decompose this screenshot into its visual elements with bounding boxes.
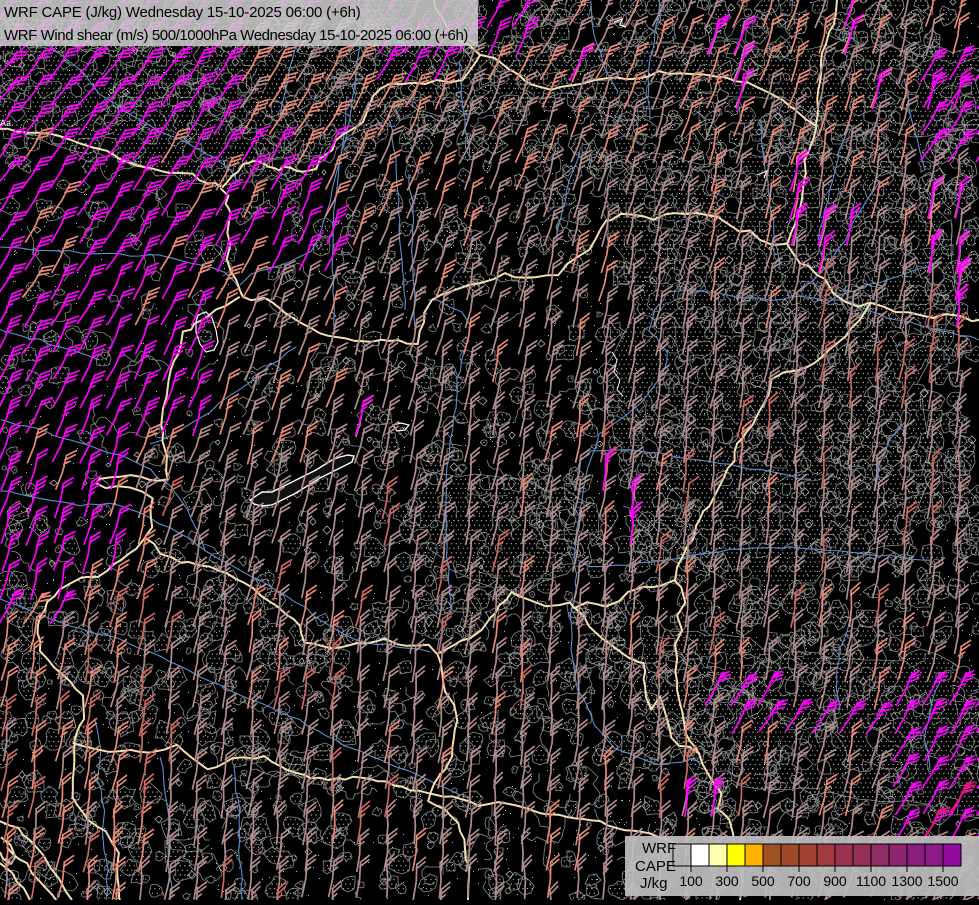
svg-text:WRF Wind shear (m/s) 500/1000h: WRF Wind shear (m/s) 500/1000hPa Wednesd… xyxy=(4,27,468,44)
svg-text:100: 100 xyxy=(679,873,703,889)
svg-text:300: 300 xyxy=(715,873,739,889)
svg-text:1100: 1100 xyxy=(856,873,886,889)
svg-text:WRF: WRF xyxy=(642,840,676,857)
svg-text:1300: 1300 xyxy=(891,873,922,889)
svg-text:900: 900 xyxy=(823,873,847,889)
svg-text:500: 500 xyxy=(751,873,775,889)
svg-text:J/kg: J/kg xyxy=(640,875,668,892)
svg-text:Aa: Aa xyxy=(0,118,11,128)
svg-text:WRF CAPE (J/kg) Wednesday 15-1: WRF CAPE (J/kg) Wednesday 15-10-2025 06:… xyxy=(4,4,361,21)
svg-text:1500: 1500 xyxy=(927,873,958,889)
svg-text:700: 700 xyxy=(787,873,811,889)
svg-text:CAPE: CAPE xyxy=(635,858,676,875)
